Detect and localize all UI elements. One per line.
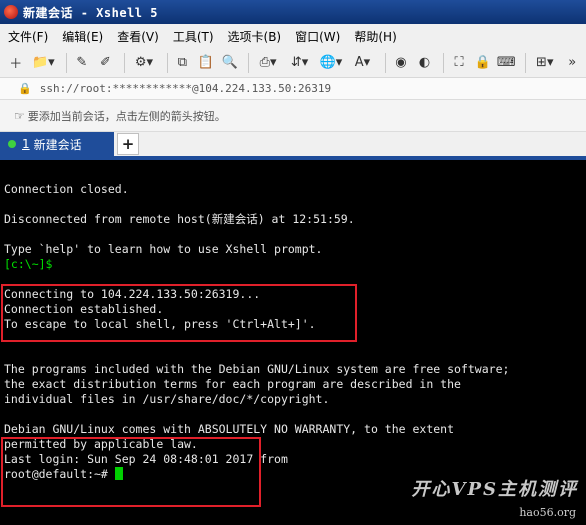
toolbar-separator — [525, 52, 527, 73]
terminal-line: Connection closed. — [4, 182, 129, 196]
hint-text: 要添加当前会话，点击左侧的箭头按钮。 — [27, 109, 226, 123]
toolbar-separator — [443, 52, 445, 73]
menu-tabs[interactable]: 选项卡(B) — [228, 28, 282, 45]
pointer-icon[interactable]: ☞ — [14, 109, 25, 123]
add-tab-button[interactable]: + — [117, 133, 139, 155]
menu-edit[interactable]: 编辑(E) — [62, 28, 103, 45]
terminal-line: the exact distribution terms for each pr… — [4, 377, 461, 391]
menu-window[interactable]: 窗口(W) — [295, 28, 340, 45]
lock-icon: 🔒 — [18, 82, 32, 95]
new-session-icon[interactable]: ＋ — [6, 53, 26, 73]
toolbar-separator — [124, 52, 126, 73]
print-icon[interactable]: ⎙▾ — [254, 53, 281, 73]
tab-bar: 1 新建会话 + — [0, 132, 586, 160]
properties-icon[interactable]: ⚙▾ — [130, 53, 157, 73]
menu-help[interactable]: 帮助(H) — [354, 28, 396, 45]
xshell-app-icon — [4, 5, 18, 19]
highlight-box-connection — [1, 284, 357, 342]
highlight-box-login — [1, 437, 261, 507]
toolbar: ＋ 📁▾ ✎ ✐ ⚙▾ ⧉ 📋 🔍 ⎙▾ ⇵▾ 🌐▾ A▾ ◉ ◐ ⛶ 🔒 ⌨ … — [0, 48, 586, 78]
menu-file[interactable]: 文件(F) — [8, 28, 48, 45]
watermark-text: 开心VPS主机测评 — [411, 479, 578, 500]
terminal-line: The programs included with the Debian GN… — [4, 362, 510, 376]
globe-icon[interactable]: 🌐▾ — [317, 53, 344, 73]
local-prompt: [c:\~]$ — [4, 257, 53, 271]
more-icon[interactable]: » — [562, 53, 582, 73]
paste-icon[interactable]: 📋 — [196, 53, 216, 73]
hint-bar: ☞ 要添加当前会话，点击左侧的箭头按钮。 — [0, 100, 586, 132]
terminal-line: Debian GNU/Linux comes with ABSOLUTELY N… — [4, 422, 455, 436]
session-address[interactable]: ssh://root:************@104.224.133.50:2… — [40, 82, 331, 95]
menu-tools[interactable]: 工具(T) — [173, 28, 214, 45]
tab-label: 新建会话 — [33, 137, 82, 152]
toolbar-separator — [385, 52, 387, 73]
tab-number: 1 — [22, 137, 30, 151]
connect-icon[interactable]: ✎ — [72, 53, 92, 73]
watermark-url: hao56.org — [519, 506, 576, 519]
copy-icon[interactable]: ⧉ — [173, 53, 193, 73]
script-icon[interactable]: ◐ — [415, 53, 435, 73]
window-title: 新建会话 - Xshell 5 — [23, 5, 158, 20]
menu-bar: 文件(F) 编辑(E) 查看(V) 工具(T) 选项卡(B) 窗口(W) 帮助(… — [0, 24, 586, 48]
find-icon[interactable]: 🔍 — [220, 53, 240, 73]
toolbar-separator — [66, 52, 68, 73]
xftp-icon[interactable]: ◉ — [391, 53, 411, 73]
toolbar-separator — [166, 52, 168, 73]
transfer-icon[interactable]: ⇵▾ — [286, 53, 313, 73]
open-folder-icon[interactable]: 📁▾ — [30, 53, 57, 73]
terminal-line: Disconnected from remote host(新建会话) at 1… — [4, 212, 355, 226]
keyboard-icon[interactable]: ⌨ — [496, 53, 516, 73]
menu-view[interactable]: 查看(V) — [117, 28, 159, 45]
font-icon[interactable]: A▾ — [349, 53, 376, 73]
lock-screen-icon[interactable]: 🔒 — [473, 53, 493, 73]
disconnect-icon[interactable]: ✐ — [96, 53, 116, 73]
fullscreen-icon[interactable]: ⛶ — [449, 53, 469, 73]
title-bar: 新建会话 - Xshell 5 — [0, 0, 586, 24]
terminal-line: Type `help' to learn how to use Xshell p… — [4, 242, 323, 256]
toolbar-separator — [248, 52, 250, 73]
terminal-line: individual files in /usr/share/doc/*/cop… — [4, 392, 330, 406]
address-bar: 🔒 ssh://root:************@104.224.133.50… — [0, 78, 586, 100]
connection-status-icon — [8, 140, 16, 148]
add-icon[interactable]: ⊞▾ — [531, 53, 558, 73]
tab-session-1[interactable]: 1 新建会话 — [0, 132, 114, 156]
